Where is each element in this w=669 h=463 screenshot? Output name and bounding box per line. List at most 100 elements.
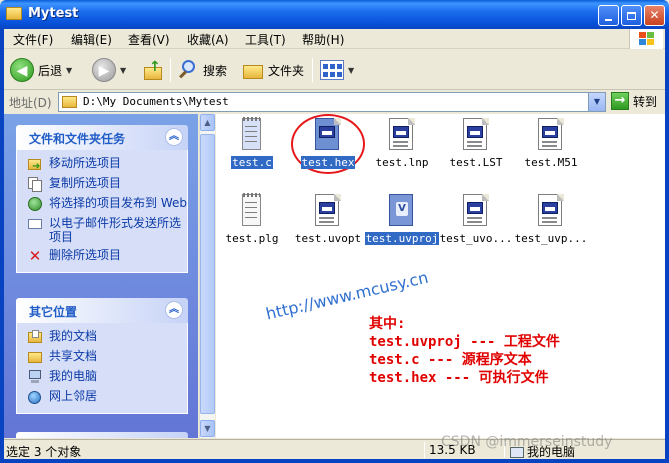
file-item[interactable]: test.lnp (363, 118, 441, 169)
folders-button[interactable]: 文件夹 (242, 55, 304, 85)
file-name: test_uvo... (439, 232, 513, 245)
task-label: 删除所选项目 (49, 248, 122, 262)
move-icon: ➜ (27, 156, 43, 172)
task-label: 以电子邮件形式发送所选项目 (49, 216, 182, 244)
file-tasks-list: ➜ 移动所选项目 复制所选项目 将选择的项目发布到 Web 以电子邮件形式发送所… (16, 150, 188, 273)
folder-icon (6, 7, 22, 20)
address-label: 地址(D) (9, 96, 52, 110)
my-computer-icon (27, 369, 43, 385)
close-button[interactable]: ✕ (644, 5, 665, 26)
task-delete[interactable]: ✕ 删除所选项目 (27, 248, 187, 264)
search-button[interactable]: 搜索 (177, 55, 227, 85)
back-button[interactable]: ◀ 后退 ▼ (10, 55, 72, 85)
chevron-down-icon[interactable]: ▼ (588, 93, 605, 111)
collapse-icon[interactable]: ︽ (165, 301, 183, 319)
other-places-list: 我的文档 共享文档 我的电脑 网上邻居 (16, 323, 188, 414)
menu-help[interactable]: 帮助(H) (302, 31, 344, 48)
task-move[interactable]: ➜ 移动所选项目 (27, 156, 187, 172)
place-shared-documents[interactable]: 共享文档 (27, 349, 187, 365)
file-item[interactable]: test.c (213, 117, 291, 169)
status-divider (424, 442, 425, 458)
generic-file-icon (463, 118, 489, 152)
notepad-file-icon (239, 117, 265, 152)
chevron-down-icon[interactable]: ▼ (348, 66, 354, 75)
menu-file[interactable]: 文件(F) (13, 31, 53, 48)
chevron-down-icon[interactable]: ▼ (120, 66, 126, 75)
folder-icon (62, 96, 77, 108)
task-publish-web[interactable]: 将选择的项目发布到 Web (27, 196, 187, 212)
minimize-icon (605, 19, 612, 21)
menu-edit[interactable]: 编辑(E) (71, 31, 112, 48)
menu-view[interactable]: 查看(V) (128, 31, 170, 48)
file-name: test.uvproj (364, 232, 440, 245)
go-label: 转到 (633, 94, 658, 109)
place-label: 我的文档 (49, 329, 98, 343)
file-item[interactable]: test.plg (213, 193, 291, 245)
place-network[interactable]: 网上邻居 (27, 389, 187, 405)
forward-arrow-icon: ▶ (92, 58, 116, 82)
back-arrow-icon: ◀ (10, 58, 34, 82)
annotation-line: test.uvproj --- 工程文件 (369, 334, 560, 350)
file-name: test.LST (449, 156, 503, 169)
menu-favorites[interactable]: 收藏(A) (187, 31, 229, 48)
menu-bar: 文件(F) 编辑(E) 查看(V) 收藏(A) 工具(T) 帮助(H) (4, 29, 665, 49)
search-label: 搜索 (203, 63, 228, 78)
file-tasks-header[interactable]: 文件和文件夹任务 ︽ (16, 125, 188, 150)
maximize-icon (627, 12, 636, 20)
folders-label: 文件夹 (268, 63, 305, 78)
up-folder-button[interactable]: ↑ (142, 55, 164, 85)
email-icon (27, 216, 43, 232)
details-header[interactable] (16, 432, 188, 438)
file-tasks-panel: 文件和文件夹任务 ︽ ➜ 移动所选项目 复制所选项目 将选择的项目发布到 Web… (16, 125, 188, 273)
task-label: 复制所选项目 (49, 176, 122, 190)
uvision-project-icon: V (389, 194, 415, 228)
generic-file-icon (538, 194, 564, 228)
place-my-documents[interactable]: 我的文档 (27, 329, 187, 345)
scroll-down-icon[interactable]: ▼ (200, 420, 215, 437)
place-my-computer[interactable]: 我的电脑 (27, 369, 187, 385)
generic-file-icon (463, 194, 489, 228)
file-item[interactable]: test.hex (289, 118, 367, 169)
close-icon: ✕ (649, 8, 660, 22)
chevron-down-icon[interactable]: ▼ (66, 66, 72, 75)
address-input[interactable]: D:\My Documents\Mytest ▼ (58, 92, 606, 112)
window-frame-right (665, 29, 669, 463)
up-folder-icon: ↑ (142, 59, 164, 81)
task-pane: 文件和文件夹任务 ︽ ➜ 移动所选项目 复制所选项目 将选择的项目发布到 Web… (4, 114, 198, 438)
menu-tools[interactable]: 工具(T) (245, 31, 286, 48)
other-places-header[interactable]: 其它位置 ︽ (16, 298, 188, 323)
file-name: test.c (231, 156, 273, 169)
task-copy[interactable]: 复制所选项目 (27, 176, 187, 192)
file-item[interactable]: V test.uvproj (363, 194, 441, 245)
minimize-button[interactable] (598, 5, 619, 26)
status-selection: 选定 3 个对象 (6, 445, 82, 459)
file-name: test.lnp (375, 156, 429, 169)
file-name: test_uvp... (514, 232, 588, 245)
annotation-line: 其中: (369, 316, 406, 332)
task-email[interactable]: 以电子邮件形式发送所选项目 (27, 216, 187, 244)
annotation-note: 其中: test.uvproj --- 工程文件 test.c --- 源程序文… (369, 315, 560, 387)
address-path[interactable]: D:\My Documents\Mytest (83, 95, 229, 108)
file-name: test.plg (225, 232, 279, 245)
maximize-button[interactable] (621, 5, 642, 26)
file-item[interactable]: test.LST (437, 118, 515, 169)
details-panel-edge (16, 432, 188, 438)
toolbar-separator (170, 58, 171, 82)
scroll-thumb[interactable] (200, 134, 215, 414)
go-arrow-icon: → (611, 92, 629, 110)
window-frame-left (0, 29, 4, 463)
toolbar: ◀ 后退 ▼ ▶ ▼ ↑ 搜索 文件夹 ▼ (4, 50, 665, 90)
collapse-icon[interactable]: ︽ (165, 128, 183, 146)
file-item[interactable]: test.M51 (512, 118, 590, 169)
forward-button[interactable]: ▶ ▼ (92, 55, 126, 85)
go-button[interactable]: → 转到 (611, 92, 657, 110)
delete-icon: ✕ (28, 247, 42, 265)
file-view[interactable]: test.c test.hex test.lnp test.LST test.M… (216, 114, 665, 438)
shared-documents-icon (27, 349, 43, 365)
title-bar[interactable]: Mytest ✕ (0, 0, 669, 29)
views-button[interactable]: ▼ (320, 55, 354, 85)
file-item[interactable]: test_uvp... (512, 194, 590, 245)
file-item[interactable]: test.uvopt (289, 194, 367, 245)
file-item[interactable]: test_uvo... (437, 194, 515, 245)
task-label: 移动所选项目 (49, 156, 122, 170)
